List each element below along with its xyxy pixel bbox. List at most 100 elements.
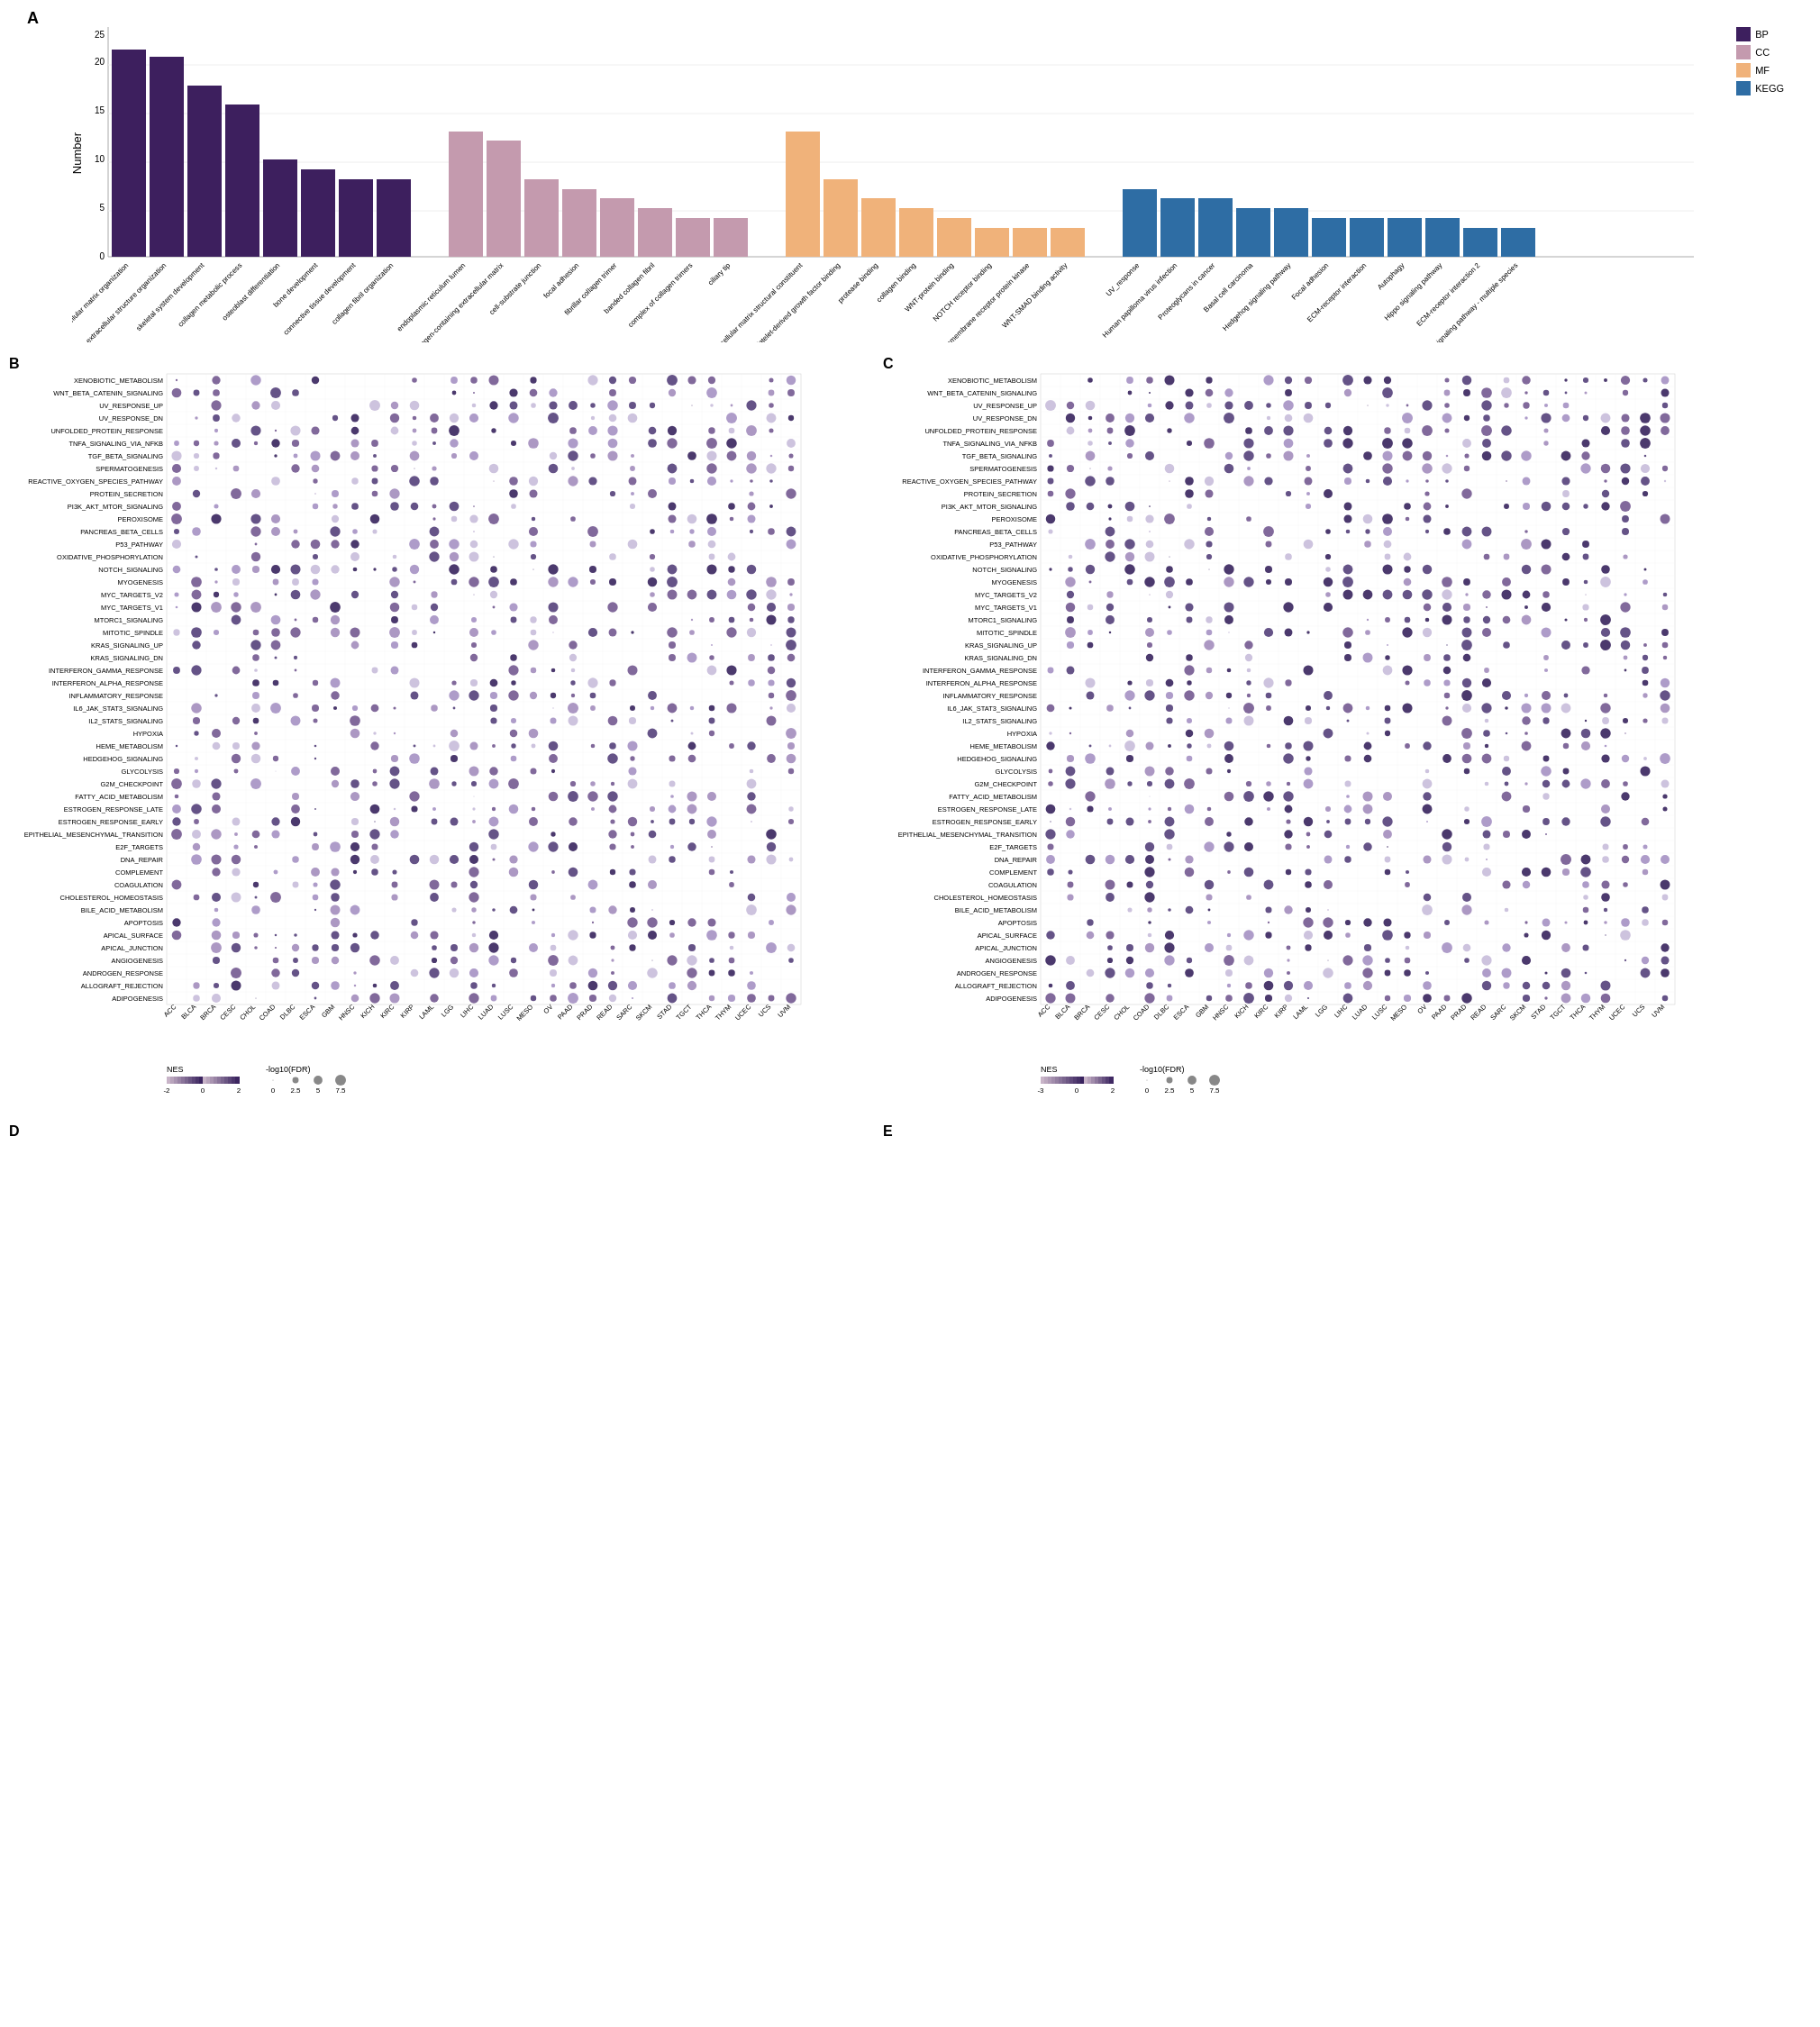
dot-19-5 [1147,617,1152,623]
dot-3-8 [332,415,338,421]
xlabel-3: CESC [1092,1003,1112,1023]
dot-25-10 [1247,694,1251,697]
dot-43-14 [1323,917,1333,927]
dot-38-4 [1125,855,1134,864]
dot-35-14 [450,818,459,826]
dot-29-11 [1267,744,1271,749]
dot-21-1 [192,641,200,649]
dot-34-13 [432,807,436,811]
dot-0-15 [1342,375,1353,386]
dot-29-19 [549,741,559,751]
dot-5-3 [1108,441,1112,445]
dot-6-1 [194,453,199,459]
svg-rect-16 [263,159,297,257]
dot-33-5 [1149,795,1150,796]
ylabel-47: ANDROGEN_RESPONSE [83,969,163,977]
dot-29-2 [1089,745,1092,748]
dot-45-5 [1145,943,1154,952]
dot-21-27 [711,644,713,646]
dot-0-4 [250,375,261,386]
dot-16-14 [1324,577,1333,586]
dot-6-21 [590,453,596,459]
dot-6-8 [331,451,341,461]
dot-16-3 [232,578,240,586]
dot-3-1 [1066,414,1075,423]
legend-bp-label: BP [1755,29,1769,40]
dot-35-31 [788,819,794,824]
ylabel-12: PANCREAS_BETA_CELLS [80,528,163,536]
svg-rect-19 [377,179,411,257]
dot-43-15 [1345,920,1351,925]
dot-26-5 [270,703,281,714]
dot-17-5 [275,594,278,596]
dot-24-5 [1146,679,1153,686]
dot-35-17 [1382,816,1392,826]
dot-45-23 [629,944,635,950]
dot-34-0 [1046,804,1056,814]
dot-10-18 [1404,503,1411,510]
ylabel-0: XENOBIOTIC_METABOLISM [74,377,163,385]
dot-46-17 [511,958,516,963]
dot-26-13 [431,704,438,712]
xlabel-30: UCS [757,1003,773,1019]
dot-30-26 [688,755,696,763]
dot-18-11 [390,603,400,613]
dot-30-4 [1126,755,1133,762]
ylabel-18: MYC_TARGETS_V1 [101,604,163,612]
dot-33-20 [568,791,578,802]
dot-8-10 [372,478,378,485]
dot-32-27 [1580,778,1590,788]
dot-29-4 [251,741,259,750]
dot-3-27 [1583,415,1588,421]
dot-48-19 [1423,981,1432,990]
dot-31-11 [390,767,400,777]
ylabel-35: ESTROGEN_RESPONSE_EARLY [933,818,1037,826]
dot-29-5 [1146,742,1154,750]
dot-25-23 [1502,691,1511,700]
dot-22-30 [1643,655,1648,660]
ylabel-49: ADIPOGENESIS [986,995,1037,1003]
dot-42-21 [589,906,596,913]
dot-5-3 [232,439,241,448]
dot-48-8 [331,981,340,990]
dot-4-12 [1283,425,1293,435]
dot-24-31 [1661,678,1670,687]
dot-44-29 [1620,930,1631,941]
dot-29-7 [314,745,317,748]
dot-8-23 [629,477,637,486]
dot-47-3 [231,968,241,978]
dot-7-17 [1382,463,1393,474]
ylabel-43: APOPTOSIS [124,919,163,927]
dot-49-21 [589,995,596,1002]
dot-35-1 [194,819,199,824]
svg-rect-27 [714,218,748,257]
dot-33-10 [1243,791,1254,802]
ylabel-7: SPERMATOGENESIS [96,465,163,473]
dot-41-1 [1067,894,1073,900]
dot-33-12 [409,791,419,801]
dot-4-25 [1543,428,1548,432]
dot-20-28 [726,627,736,637]
dot-31-5 [1144,766,1154,776]
dot-15-0 [173,566,181,574]
dot-0-20 [1444,377,1449,382]
xlabel-8: GBM [320,1003,336,1019]
dot-23-3 [232,667,241,675]
dot-47-16 [1362,968,1372,977]
dot-14-7 [313,554,318,559]
dot-27-7 [1187,718,1192,723]
dot-48-1 [1066,981,1075,990]
dot-33-9 [1224,792,1234,802]
dot-21-31 [786,640,796,650]
dot-22-16 [1362,652,1372,662]
dot-35-5 [1148,820,1151,823]
dot-30-30 [767,754,776,763]
dot-26-22 [1481,703,1491,713]
dot-36-16 [488,829,499,840]
dot-42-21 [1461,904,1471,914]
dot-18-29 [748,604,756,612]
dot-20-15 [469,628,478,637]
dot-21-2 [1087,642,1094,649]
dot-49-20 [568,993,578,1004]
dot-38-6 [1168,858,1170,860]
